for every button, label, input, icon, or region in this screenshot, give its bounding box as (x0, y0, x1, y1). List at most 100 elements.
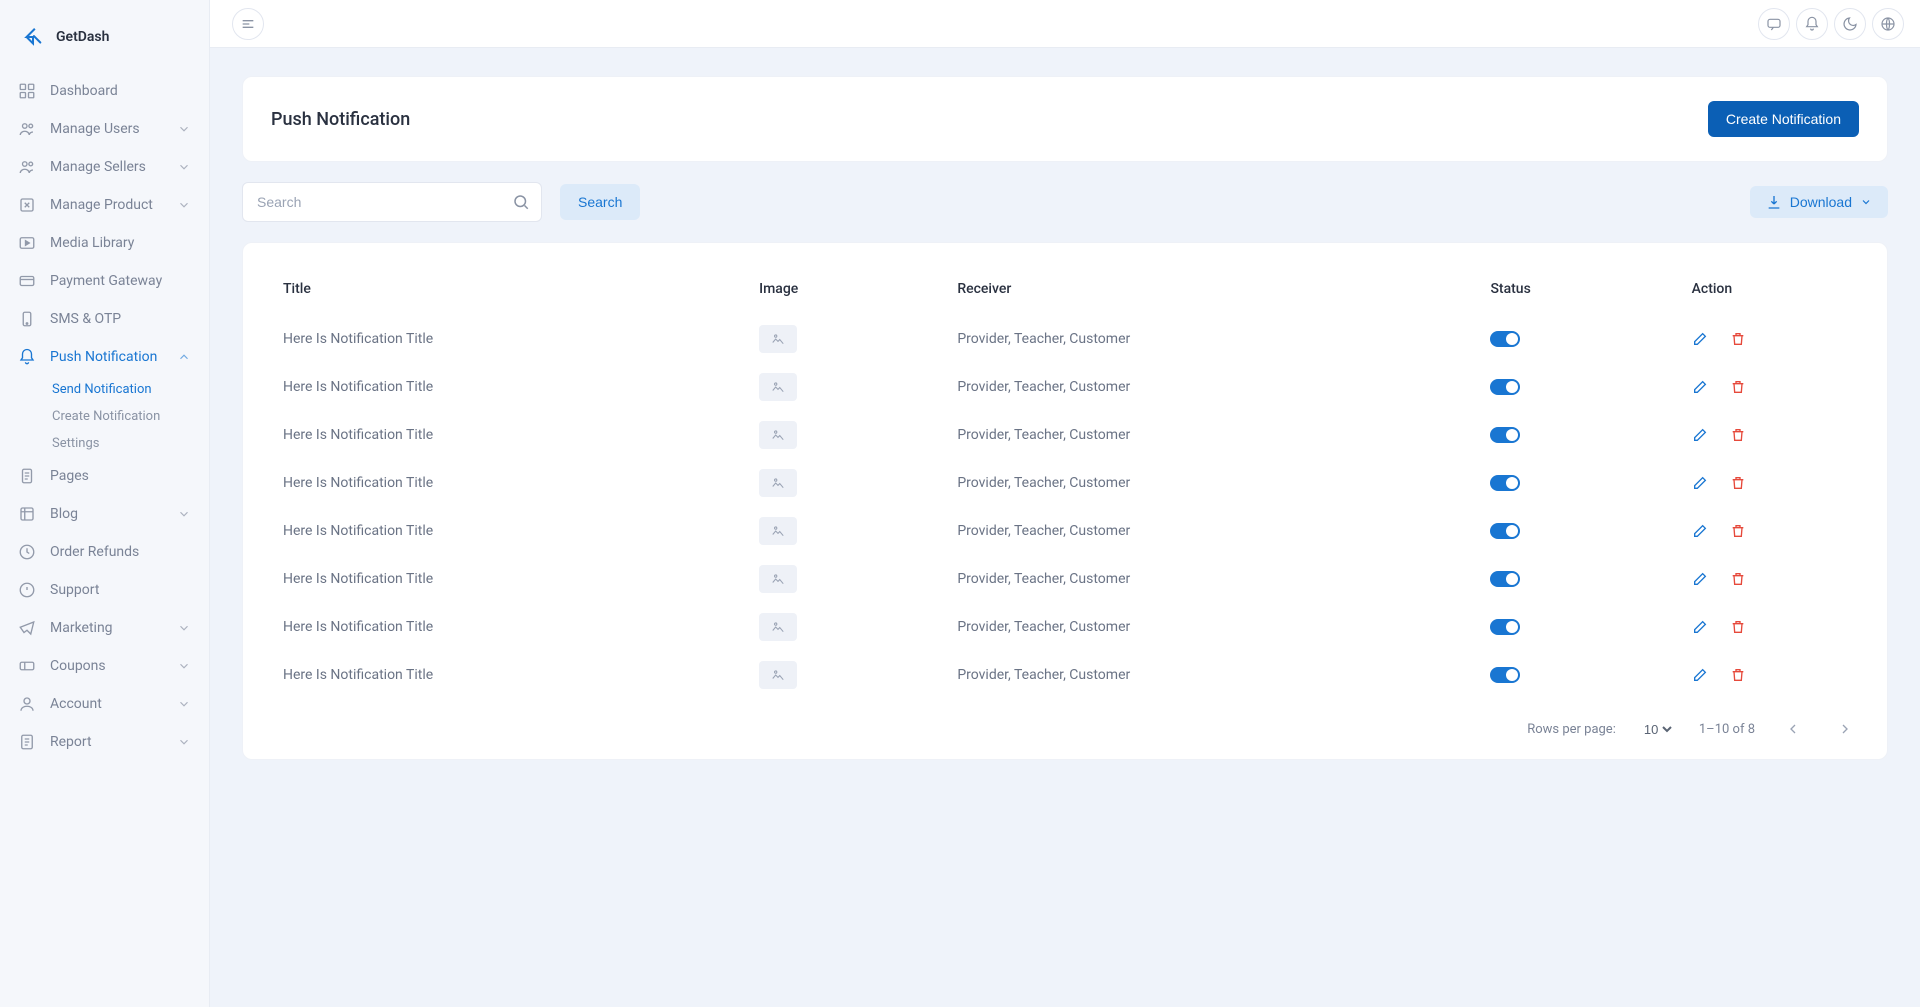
status-toggle[interactable] (1490, 667, 1520, 683)
status-toggle[interactable] (1490, 571, 1520, 587)
edit-icon[interactable] (1692, 523, 1708, 539)
sidebar-item-media-library[interactable]: Media Library (0, 224, 209, 262)
delete-icon[interactable] (1730, 475, 1746, 491)
sidebar-item-label: Blog (50, 506, 163, 522)
sidebar-item-label: Manage Sellers (50, 159, 163, 175)
download-button[interactable]: Download (1750, 186, 1888, 218)
status-toggle[interactable] (1490, 475, 1520, 491)
edit-icon[interactable] (1692, 667, 1708, 683)
delete-icon[interactable] (1730, 379, 1746, 395)
sidebar-item-sms-otp[interactable]: SMS & OTP (0, 300, 209, 338)
cell-title: Here Is Notification Title (243, 651, 719, 699)
sidebar-item-pages[interactable]: Pages (0, 457, 209, 495)
sidebar-subitem-create-notification[interactable]: Create Notification (52, 403, 209, 430)
dark-mode-icon[interactable] (1834, 8, 1866, 40)
delete-icon[interactable] (1730, 523, 1746, 539)
sidebar-item-dashboard[interactable]: Dashboard (0, 72, 209, 110)
chevron-down-icon (177, 198, 191, 212)
chevron-down-icon (177, 507, 191, 521)
chevron-down-icon (177, 621, 191, 635)
sidebar-item-coupons[interactable]: Coupons (0, 647, 209, 685)
support-icon (18, 581, 36, 599)
edit-icon[interactable] (1692, 475, 1708, 491)
sidebar-item-blog[interactable]: Blog (0, 495, 209, 533)
table-row: Here Is Notification TitleProvider, Teac… (243, 555, 1887, 603)
status-toggle[interactable] (1490, 331, 1520, 347)
chevron-down-icon (177, 122, 191, 136)
delete-icon[interactable] (1730, 571, 1746, 587)
edit-icon[interactable] (1692, 571, 1708, 587)
sidebar-item-manage-product[interactable]: Manage Product (0, 186, 209, 224)
chat-icon[interactable] (1758, 8, 1790, 40)
cell-title: Here Is Notification Title (243, 459, 719, 507)
table-row: Here Is Notification TitleProvider, Teac… (243, 459, 1887, 507)
cell-receiver: Provider, Teacher, Customer (917, 363, 1450, 411)
pages-icon (18, 467, 36, 485)
sidebar-item-push-notification[interactable]: Push Notification (0, 338, 209, 376)
delete-icon[interactable] (1730, 619, 1746, 635)
table-row: Here Is Notification Title Provider, Teac… (243, 651, 1887, 699)
image-icon (770, 476, 786, 490)
status-toggle[interactable] (1490, 379, 1520, 395)
table-row: Here Is Notification TitleProvider, Teac… (243, 411, 1887, 459)
sidebar-item-label: Account (50, 696, 163, 712)
cell-receiver: Provider, Teacher, Customer (917, 315, 1450, 363)
sidebar-item-support[interactable]: Support (0, 571, 209, 609)
download-icon (1766, 194, 1782, 210)
status-toggle[interactable] (1490, 523, 1520, 539)
product-icon (18, 196, 36, 214)
sidebar-item-label: Dashboard (50, 83, 191, 99)
search-input[interactable] (242, 182, 542, 222)
delete-icon[interactable] (1730, 427, 1746, 443)
menu-toggle-button[interactable] (232, 8, 264, 40)
create-notification-button[interactable]: Create Notification (1708, 101, 1859, 137)
edit-icon[interactable] (1692, 619, 1708, 635)
sidebar-item-marketing[interactable]: Marketing (0, 609, 209, 647)
cell-receiver: Provider, Teacher, Customer (917, 651, 1450, 699)
chevron-down-icon (177, 697, 191, 711)
status-toggle[interactable] (1490, 619, 1520, 635)
prev-page-button[interactable] (1779, 715, 1807, 743)
page-header-card: Push Notification Create Notification (242, 76, 1888, 162)
table-row: Here Is Notification TitleProvider, Teac… (243, 603, 1887, 651)
delete-icon[interactable] (1730, 667, 1746, 683)
sidebar-item-label: Support (50, 582, 191, 598)
edit-icon[interactable] (1692, 379, 1708, 395)
refund-icon (18, 543, 36, 561)
col-title: Title (243, 267, 719, 315)
sidebar-item-report[interactable]: Report (0, 723, 209, 761)
edit-icon[interactable] (1692, 427, 1708, 443)
sidebar-item-label: Manage Users (50, 121, 163, 137)
account-icon (18, 695, 36, 713)
sidebar-item-manage-sellers[interactable]: Manage Sellers (0, 148, 209, 186)
table-row: Here Is Notification TitleProvider, Teac… (243, 507, 1887, 555)
status-toggle[interactable] (1490, 427, 1520, 443)
marketing-icon (18, 619, 36, 637)
media-icon (18, 234, 36, 252)
rows-per-page-select[interactable]: 10 (1640, 721, 1675, 738)
delete-icon[interactable] (1730, 331, 1746, 347)
sidebar-item-payment-gateway[interactable]: Payment Gateway (0, 262, 209, 300)
globe-icon[interactable] (1872, 8, 1904, 40)
coupons-icon (18, 657, 36, 675)
next-page-button[interactable] (1831, 715, 1859, 743)
notifications-icon[interactable] (1796, 8, 1828, 40)
cell-receiver: Provider, Teacher, Customer (917, 603, 1450, 651)
sidebar-item-order-refunds[interactable]: Order Refunds (0, 533, 209, 571)
sidebar-subitem-settings[interactable]: Settings (52, 430, 209, 457)
search-button[interactable]: Search (560, 184, 640, 220)
bell-icon (18, 348, 36, 366)
edit-icon[interactable] (1692, 331, 1708, 347)
image-icon (770, 668, 786, 682)
brand-name: GetDash (56, 29, 109, 45)
image-thumb (759, 613, 797, 641)
sidebar-item-label: Payment Gateway (50, 273, 191, 289)
search-icon (512, 193, 530, 211)
sellers-icon (18, 158, 36, 176)
sidebar-item-manage-users[interactable]: Manage Users (0, 110, 209, 148)
col-receiver: Receiver (917, 267, 1450, 315)
sidebar-item-account[interactable]: Account (0, 685, 209, 723)
sidebar-subitem-send-notification[interactable]: Send Notification (52, 376, 209, 403)
topbar (210, 0, 1920, 48)
image-thumb (759, 565, 797, 593)
